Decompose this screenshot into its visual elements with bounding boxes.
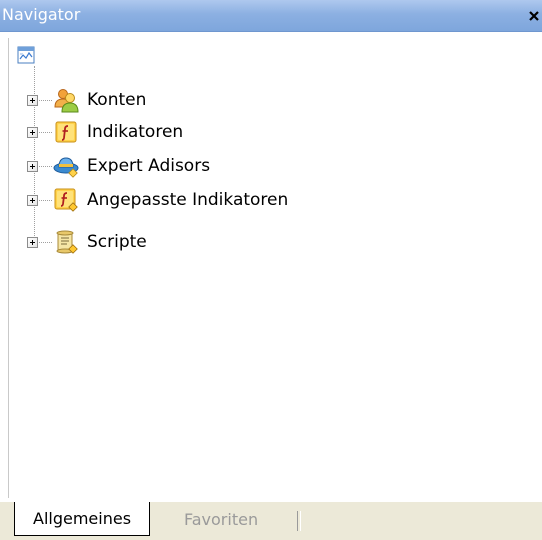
tree-item-expert-advisors[interactable]: Expert Adisors	[27, 152, 210, 180]
tree-item-custom-indicators[interactable]: Angepasste Indikatoren	[27, 186, 288, 214]
navigator-root-icon[interactable]	[17, 46, 35, 64]
accounts-icon	[53, 87, 79, 113]
tree-branch-line	[39, 99, 52, 101]
close-button[interactable]	[526, 6, 542, 26]
expand-icon[interactable]	[27, 94, 38, 106]
expand-icon[interactable]	[27, 126, 38, 138]
expand-icon[interactable]	[27, 236, 38, 248]
tree-branch-line	[39, 199, 52, 201]
close-icon	[529, 11, 539, 21]
tree-item-konten[interactable]: Konten	[27, 86, 146, 114]
tree-item-indikatoren[interactable]: Indikatoren	[27, 118, 183, 146]
tab-bar: Allgemeines Favoriten	[0, 502, 542, 540]
custom-indicator-icon	[53, 187, 79, 213]
tab-allgemeines[interactable]: Allgemeines	[14, 502, 151, 536]
tree-branch-line	[39, 241, 52, 243]
expand-icon[interactable]	[27, 160, 38, 172]
tree-branch-line	[39, 131, 52, 133]
expert-advisor-hat-icon	[53, 153, 79, 179]
title-bar[interactable]: Navigator	[0, 0, 542, 32]
tree-item-scripts[interactable]: Scripte	[27, 228, 147, 256]
tree-branch-line	[39, 165, 52, 167]
tree-item-label: Expert Adisors	[87, 156, 211, 176]
indicator-function-icon	[53, 119, 79, 145]
tree-item-label: Scripte	[87, 232, 147, 252]
expand-icon[interactable]	[27, 194, 38, 206]
tree-item-label: Konten	[87, 90, 147, 110]
tab-favoriten[interactable]: Favoriten	[170, 502, 268, 536]
tree-item-label: Indikatoren	[87, 122, 184, 142]
tab-separator	[297, 511, 301, 531]
script-scroll-icon	[53, 229, 79, 255]
window-title: Navigator	[2, 5, 81, 24]
tree-item-label: Angepasste Indikatoren	[87, 190, 289, 210]
navigator-window: Navigator Konten Indikatoren Expert Adis…	[0, 0, 542, 540]
